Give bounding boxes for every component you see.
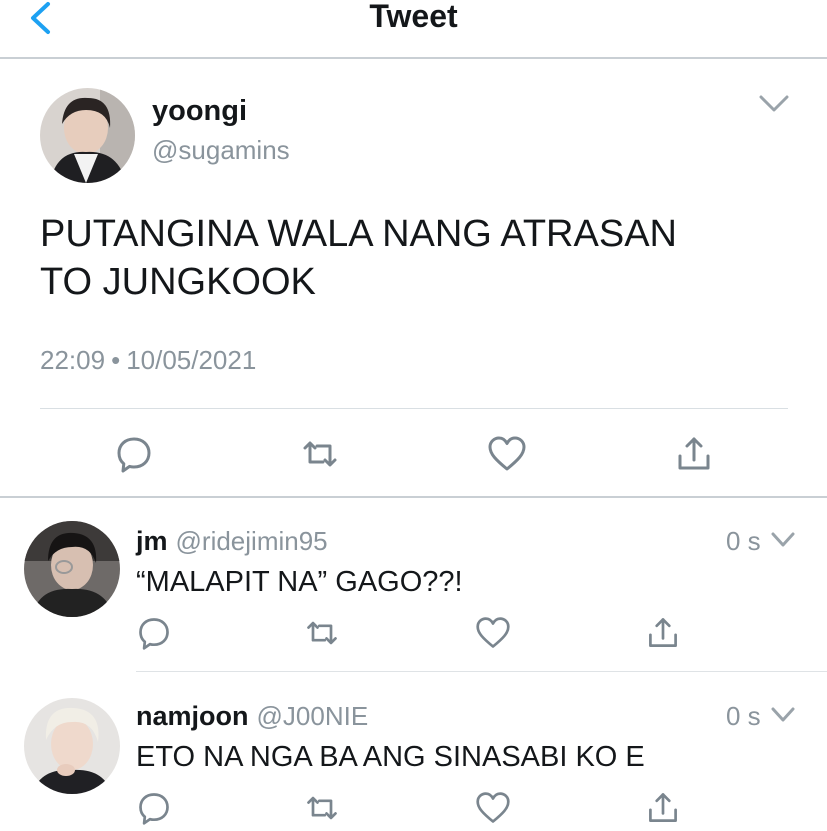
- avatar[interactable]: [40, 88, 135, 183]
- reply-icon: [117, 437, 151, 473]
- header-divider: [0, 57, 827, 59]
- retweet-button[interactable]: [304, 790, 340, 826]
- like-button[interactable]: [475, 790, 511, 826]
- heart-icon: [476, 792, 510, 823]
- tweet-time: 22:09: [40, 345, 106, 375]
- share-icon: [649, 793, 677, 822]
- chevron-down-icon: [771, 707, 795, 722]
- reply-button[interactable]: [136, 790, 172, 826]
- meta-separator: •: [111, 345, 121, 375]
- reply-author-name: jm: [136, 526, 168, 556]
- reply-author-handle: @J00NIE: [256, 701, 369, 731]
- tweet-date: 10/05/2021: [126, 345, 257, 375]
- heart-icon: [476, 617, 510, 648]
- retweet-button[interactable]: [304, 615, 340, 651]
- author-name[interactable]: yoongi: [152, 96, 247, 126]
- reply-text: ETO NA NGA BA ANG SINASABI KO E: [136, 741, 645, 773]
- share-icon: [678, 437, 710, 470]
- share-button[interactable]: [645, 790, 681, 826]
- share-button[interactable]: [674, 434, 714, 474]
- reply-text: “MALAPIT NA” GAGO??!: [136, 566, 463, 598]
- reply-menu-button[interactable]: [770, 706, 796, 724]
- chevron-down-icon: [759, 95, 789, 112]
- share-icon: [649, 618, 677, 647]
- divider: [40, 408, 788, 409]
- tweet-timestamp: 22:09 • 10/05/2021: [40, 345, 256, 375]
- tweet-text-line: PUTANGINA WALA NANG ATRASAN: [40, 213, 677, 255]
- reply-icon: [139, 618, 169, 650]
- tweet-menu-button[interactable]: [758, 94, 790, 114]
- retweet-icon: [303, 441, 337, 467]
- reply-author[interactable]: jm @ridejimin95: [136, 526, 328, 556]
- reply-author-name: namjoon: [136, 701, 249, 731]
- author-handle[interactable]: @sugamins: [152, 136, 290, 164]
- heart-icon: [488, 436, 526, 471]
- reply-author[interactable]: namjoon @J00NIE: [136, 701, 368, 731]
- reply-timestamp: 0 s: [726, 526, 761, 556]
- share-button[interactable]: [645, 615, 681, 651]
- reply-timestamp: 0 s: [726, 701, 761, 731]
- retweet-icon: [307, 796, 337, 820]
- retweet-icon: [307, 621, 337, 645]
- reply-button[interactable]: [136, 615, 172, 651]
- page-title: Tweet: [369, 0, 458, 34]
- like-button[interactable]: [475, 615, 511, 651]
- tweet-text-line: TO JUNGKOOK: [40, 261, 316, 303]
- reply-button[interactable]: [114, 434, 154, 474]
- tweet-text: PUTANGINA WALA NANG ATRASAN TO JUNGKOOK: [40, 210, 800, 306]
- section-divider: [0, 496, 827, 498]
- reply-menu-button[interactable]: [770, 531, 796, 549]
- divider: [136, 671, 827, 672]
- reply-author-handle: @ridejimin95: [175, 526, 328, 556]
- reply-avatar[interactable]: [24, 521, 120, 617]
- reply-icon: [139, 793, 169, 825]
- retweet-button[interactable]: [300, 434, 340, 474]
- reply-avatar[interactable]: [24, 698, 120, 794]
- like-button[interactable]: [487, 434, 527, 474]
- chevron-down-icon: [771, 532, 795, 547]
